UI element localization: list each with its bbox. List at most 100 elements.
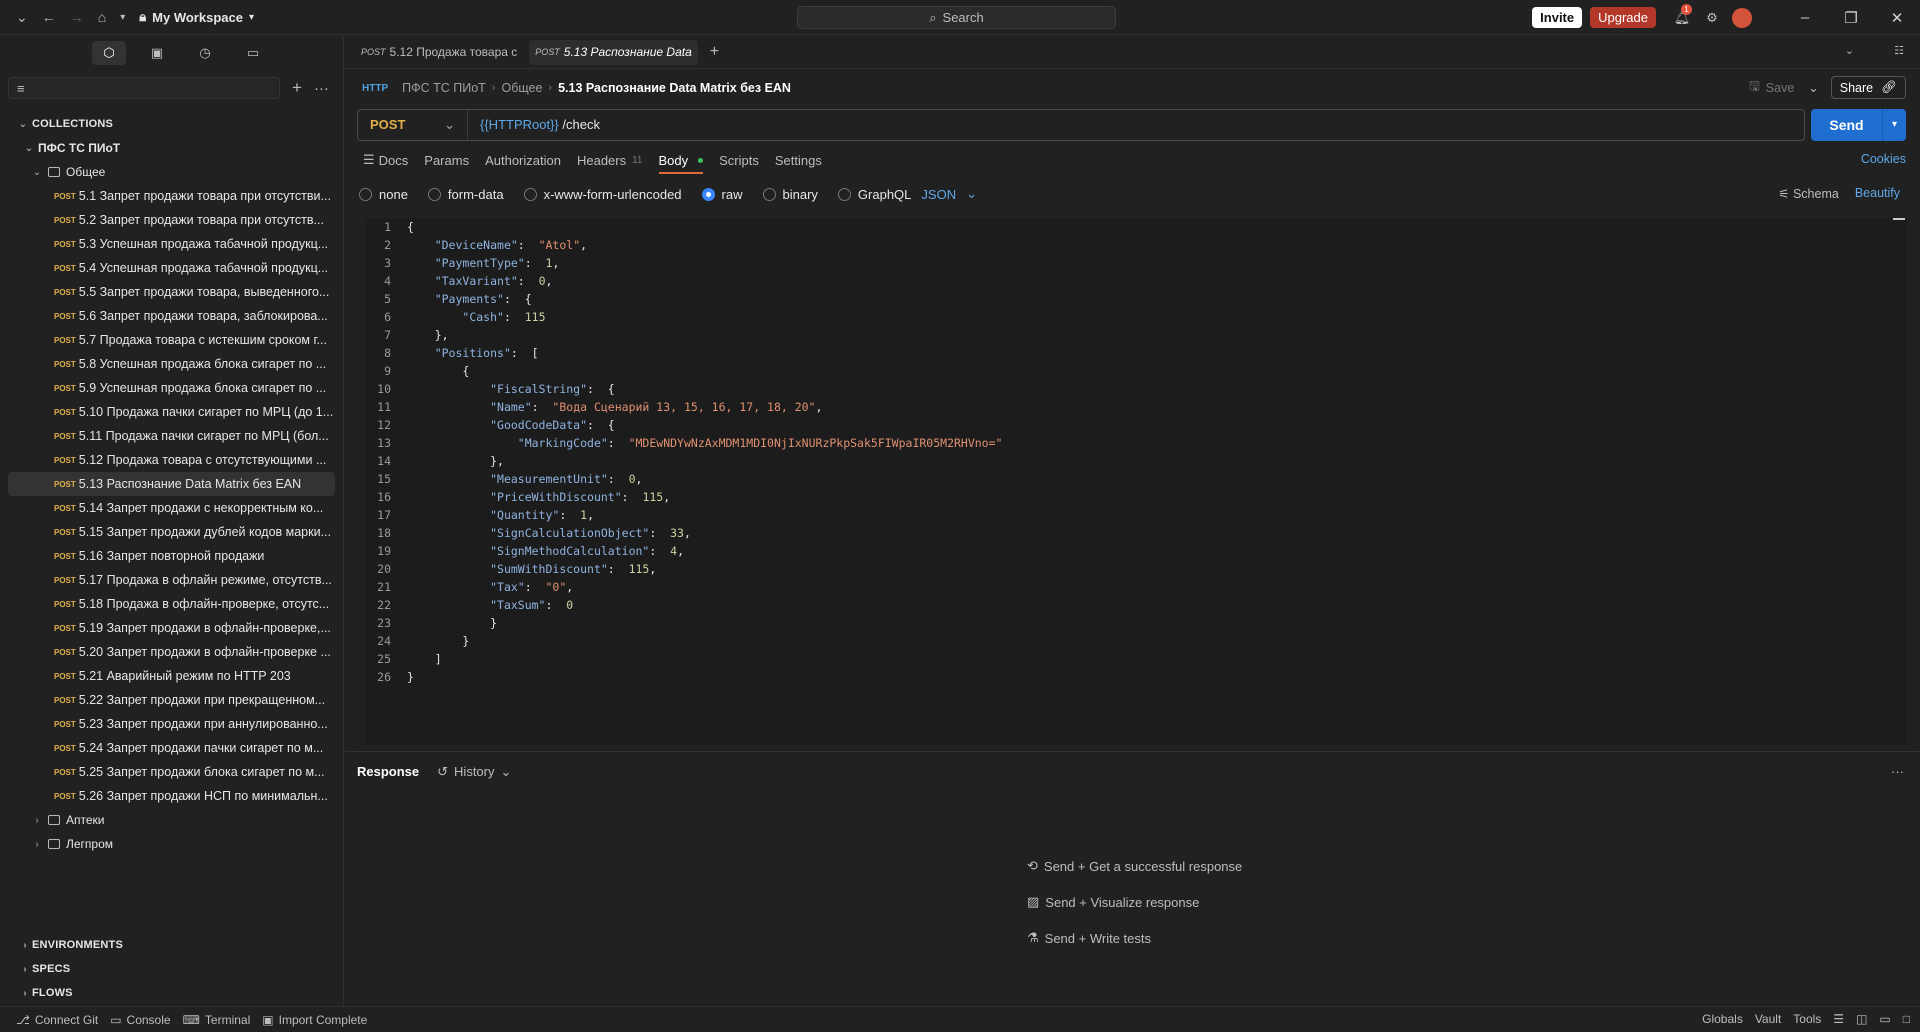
tab-request-5-13[interactable]: POST 5.13 Распознание Data xyxy=(529,39,698,65)
more-icon[interactable]: ··· xyxy=(1891,764,1904,779)
code-editor[interactable]: 1{2 "DeviceName": "Atol", 3 "PaymentType"… xyxy=(365,218,1907,745)
request-item[interactable]: POST 5.25 Запрет продажи блока сигарет по… xyxy=(0,760,343,784)
workspace-selector[interactable]: 🔒︎ My Workspace ▾ xyxy=(139,9,254,25)
request-item[interactable]: POST 5.21 Аварийный режим по HTTP 203 xyxy=(0,664,343,688)
tab-request-5-12[interactable]: POST 5.12 Продажа товара с xyxy=(355,40,523,65)
restore-icon[interactable]: ❐ xyxy=(1828,9,1874,27)
more-icon[interactable]: ··· xyxy=(314,80,329,97)
add-icon[interactable]: + xyxy=(292,78,302,98)
tools-button[interactable]: Tools xyxy=(1793,1012,1821,1026)
cookies-link[interactable]: Cookies xyxy=(1861,152,1906,166)
minimize-icon[interactable]: – xyxy=(1782,9,1828,26)
collections-section[interactable]: ⌄ COLLECTIONS xyxy=(0,112,343,136)
request-item[interactable]: POST 5.15 Запрет продажи дублей кодов мар… xyxy=(0,520,343,544)
import-status[interactable]: ▣ Import Complete xyxy=(262,1013,367,1027)
globals-button[interactable]: Globals xyxy=(1702,1012,1743,1026)
request-item[interactable]: POST 5.10 Продажа пачки сигарет по МРЦ (д… xyxy=(0,400,343,424)
breadcrumb-folder[interactable]: Общее xyxy=(501,81,542,95)
specs-section[interactable]: › SPECS xyxy=(0,957,344,981)
hint-visualize-response[interactable]: ▨ Send + Visualize response xyxy=(1027,884,1242,920)
layout-split-icon[interactable]: ◫ xyxy=(1856,1012,1867,1026)
breadcrumb-collection[interactable]: ПФС ТС ПИоТ xyxy=(402,81,486,95)
radio-binary[interactable]: binary xyxy=(762,187,818,202)
request-item[interactable]: POST 5.24 Запрет продажи пачки сигарет по… xyxy=(0,736,343,760)
hint-write-tests[interactable]: ⚗ Send + Write tests xyxy=(1027,920,1242,956)
tab-scripts[interactable]: Scripts xyxy=(719,153,759,168)
back-arrow-icon[interactable]: ← xyxy=(42,9,56,25)
request-item[interactable]: POST 5.13 Распознание Data Matrix без EAN xyxy=(8,472,335,496)
menu-chevron-icon[interactable]: ⌄ xyxy=(16,9,28,26)
invite-button[interactable]: Invite xyxy=(1532,7,1583,28)
upgrade-button[interactable]: Upgrade xyxy=(1590,7,1656,28)
request-item[interactable]: POST 5.16 Запрет повторной продажи xyxy=(0,544,343,568)
home-chevron-icon[interactable]: ▾ xyxy=(120,12,125,23)
tab-body[interactable]: Body xyxy=(658,153,704,174)
hint-successful-response[interactable]: ⟲ Send + Get a successful response xyxy=(1027,848,1242,884)
collection-item[interactable]: ⌄ ПФС ТС ПИоТ xyxy=(0,136,343,160)
save-button[interactable]: 🖫︎ Save ⌄ xyxy=(1749,77,1819,98)
radio-form-data[interactable]: form-data xyxy=(427,187,504,202)
settings-sliders-icon[interactable]: ☰ xyxy=(1833,1012,1844,1026)
request-item[interactable]: POST 5.1 Запрет продажи товара при отсутс… xyxy=(0,184,343,208)
console-button[interactable]: ▭ Console xyxy=(110,1013,170,1027)
request-item[interactable]: POST 5.7 Продажа товара с истекшим сроком… xyxy=(0,328,343,352)
request-item[interactable]: POST 5.4 Успешная продажа табачной продук… xyxy=(0,256,343,280)
tab-docs[interactable]: ☰ Docs xyxy=(363,152,408,168)
folder-general[interactable]: ⌄ Общее xyxy=(0,160,343,184)
files-icon[interactable]: ▭ xyxy=(236,41,270,65)
layout-bottom-icon[interactable]: ▭ xyxy=(1879,1012,1890,1026)
tab-authorization[interactable]: Authorization xyxy=(485,153,561,168)
bell-icon[interactable]: 🔔︎ 1 xyxy=(1672,3,1692,26)
close-icon[interactable]: ✕ xyxy=(1874,9,1920,27)
vault-button[interactable]: Vault xyxy=(1755,1012,1781,1026)
search-input[interactable]: ⌕ Search xyxy=(797,6,1116,29)
tabs-dropdown-icon[interactable]: ⌄ xyxy=(1845,44,1854,57)
layout-full-icon[interactable]: □ xyxy=(1903,1012,1910,1026)
radio-raw[interactable]: raw xyxy=(701,187,743,202)
request-item[interactable]: POST 5.9 Успешная продажа блока сигарет п… xyxy=(0,376,343,400)
connect-git-button[interactable]: ⎇ Connect Git xyxy=(16,1013,98,1027)
request-item[interactable]: POST 5.12 Продажа товара с отсутствующими… xyxy=(0,448,343,472)
history-icon[interactable]: ◷ xyxy=(188,41,222,65)
request-item[interactable]: POST 5.11 Продажа пачки сигарет по МРЦ (б… xyxy=(0,424,343,448)
request-item[interactable]: POST 5.20 Запрет продажи в офлайн-проверк… xyxy=(0,640,343,664)
tab-params[interactable]: Params xyxy=(424,153,469,168)
sidebar-toggle-icon[interactable]: ☷ xyxy=(1894,44,1904,57)
terminal-button[interactable]: ⌨ Terminal xyxy=(183,1013,251,1027)
request-item[interactable]: POST 5.2 Запрет продажи товара при отсутс… xyxy=(0,208,343,232)
environments-icon[interactable]: ▣ xyxy=(140,41,174,65)
request-item[interactable]: POST 5.3 Успешная продажа табачной продук… xyxy=(0,232,343,256)
radio-urlencoded[interactable]: x-www-form-urlencoded xyxy=(523,187,682,202)
editor-scrollbar[interactable] xyxy=(1893,218,1905,222)
request-item[interactable]: POST 5.18 Продажа в офлайн-проверке, отсу… xyxy=(0,592,343,616)
breadcrumb-current[interactable]: 5.13 Распознание Data Matrix без EAN xyxy=(558,81,791,95)
home-icon[interactable]: ⌂ xyxy=(98,9,106,25)
request-item[interactable]: POST 5.5 Запрет продажи товара, выведенно… xyxy=(0,280,343,304)
request-item[interactable]: POST 5.14 Запрет продажи с некорректным к… xyxy=(0,496,343,520)
environments-section[interactable]: › ENVIRONMENTS xyxy=(0,933,344,957)
request-item[interactable]: POST 5.23 Запрет продажи при аннулированн… xyxy=(0,712,343,736)
add-tab-icon[interactable]: + xyxy=(710,43,719,61)
request-item[interactable]: POST 5.26 Запрет продажи НСП по минимальн… xyxy=(0,784,343,808)
format-select[interactable]: JSON ⌄ xyxy=(921,186,977,202)
beautify-button[interactable]: Beautify xyxy=(1855,186,1900,201)
folder-legprom[interactable]: › Легпром xyxy=(0,832,343,856)
schema-button[interactable]: ⚟ Schema xyxy=(1778,186,1839,201)
gear-icon[interactable]: ⚙ xyxy=(1702,10,1722,26)
radio-graphql[interactable]: GraphQL xyxy=(837,187,911,202)
forward-arrow-icon[interactable]: → xyxy=(70,9,84,25)
request-item[interactable]: POST 5.22 Запрет продажи при прекращенном… xyxy=(0,688,343,712)
folder-pharmacy[interactable]: › Аптеки xyxy=(0,808,343,832)
chevron-down-icon[interactable]: ▾ xyxy=(1882,108,1906,141)
filter-input[interactable]: ≡ xyxy=(8,77,280,99)
flows-section[interactable]: › FLOWS xyxy=(0,981,344,1005)
avatar[interactable] xyxy=(1732,7,1752,28)
request-item[interactable]: POST 5.8 Успешная продажа блока сигарет п… xyxy=(0,352,343,376)
collections-icon[interactable]: ⬡ xyxy=(92,41,126,65)
request-item[interactable]: POST 5.17 Продажа в офлайн режиме, отсутс… xyxy=(0,568,343,592)
request-item[interactable]: POST 5.19 Запрет продажи в офлайн-проверк… xyxy=(0,616,343,640)
tab-settings[interactable]: Settings xyxy=(775,153,822,168)
radio-none[interactable]: none xyxy=(359,187,408,202)
send-button[interactable]: Send ▾ xyxy=(1811,108,1906,141)
url-input[interactable]: {{HTTPRoot}} /check xyxy=(468,117,600,132)
